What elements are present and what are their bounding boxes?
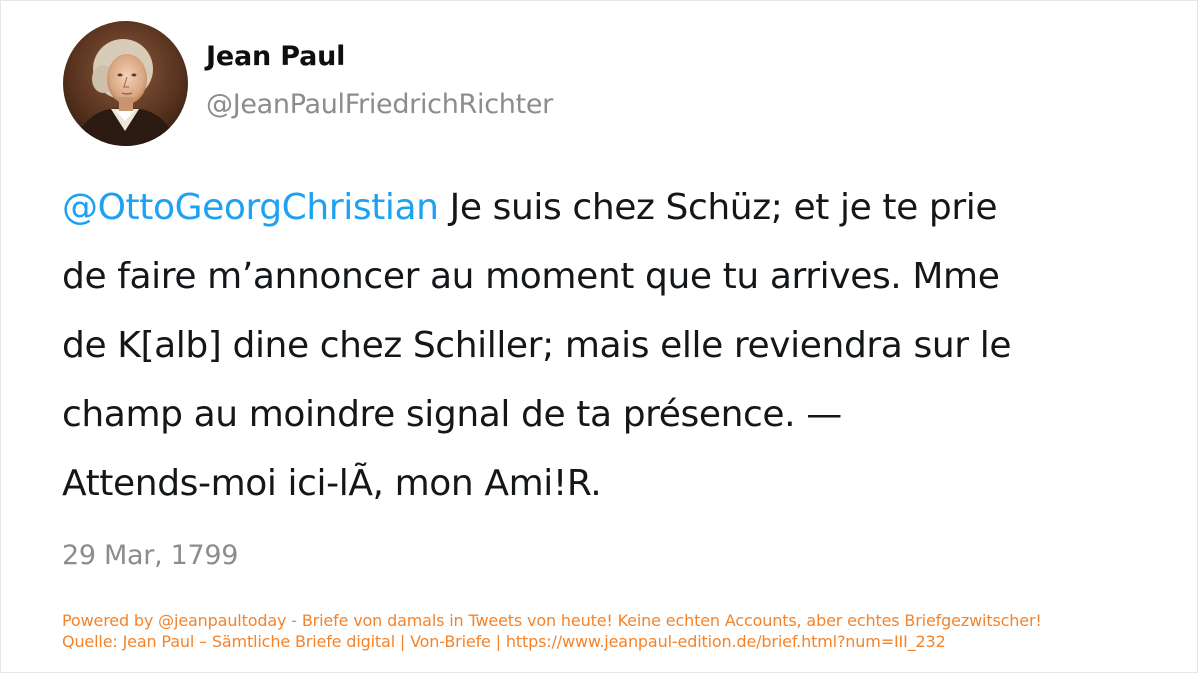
mention-link[interactable]: @OttoGeorgChristian bbox=[62, 187, 439, 228]
tweet-date: 29 Mar, 1799 bbox=[62, 540, 239, 571]
tweet-card: Jean Paul @JeanPaulFriedrichRichter @Ott… bbox=[0, 0, 1198, 673]
footer-credits: Powered by @jeanpaultoday - Briefe von d… bbox=[62, 610, 1042, 652]
author-handle[interactable]: @JeanPaulFriedrichRichter bbox=[206, 89, 553, 120]
author-display-name[interactable]: Jean Paul bbox=[206, 41, 345, 72]
avatar[interactable] bbox=[63, 21, 188, 146]
portrait-icon bbox=[63, 21, 188, 146]
footer-powered-by: Powered by @jeanpaultoday - Briefe von d… bbox=[62, 611, 1042, 630]
tweet-text: @OttoGeorgChristian Je suis chez Schüz; … bbox=[62, 173, 1142, 518]
tweet-body: Je suis chez Schüz; et je te prie de fai… bbox=[62, 187, 1012, 504]
footer-source: Quelle: Jean Paul – Sämtliche Briefe dig… bbox=[62, 632, 946, 651]
